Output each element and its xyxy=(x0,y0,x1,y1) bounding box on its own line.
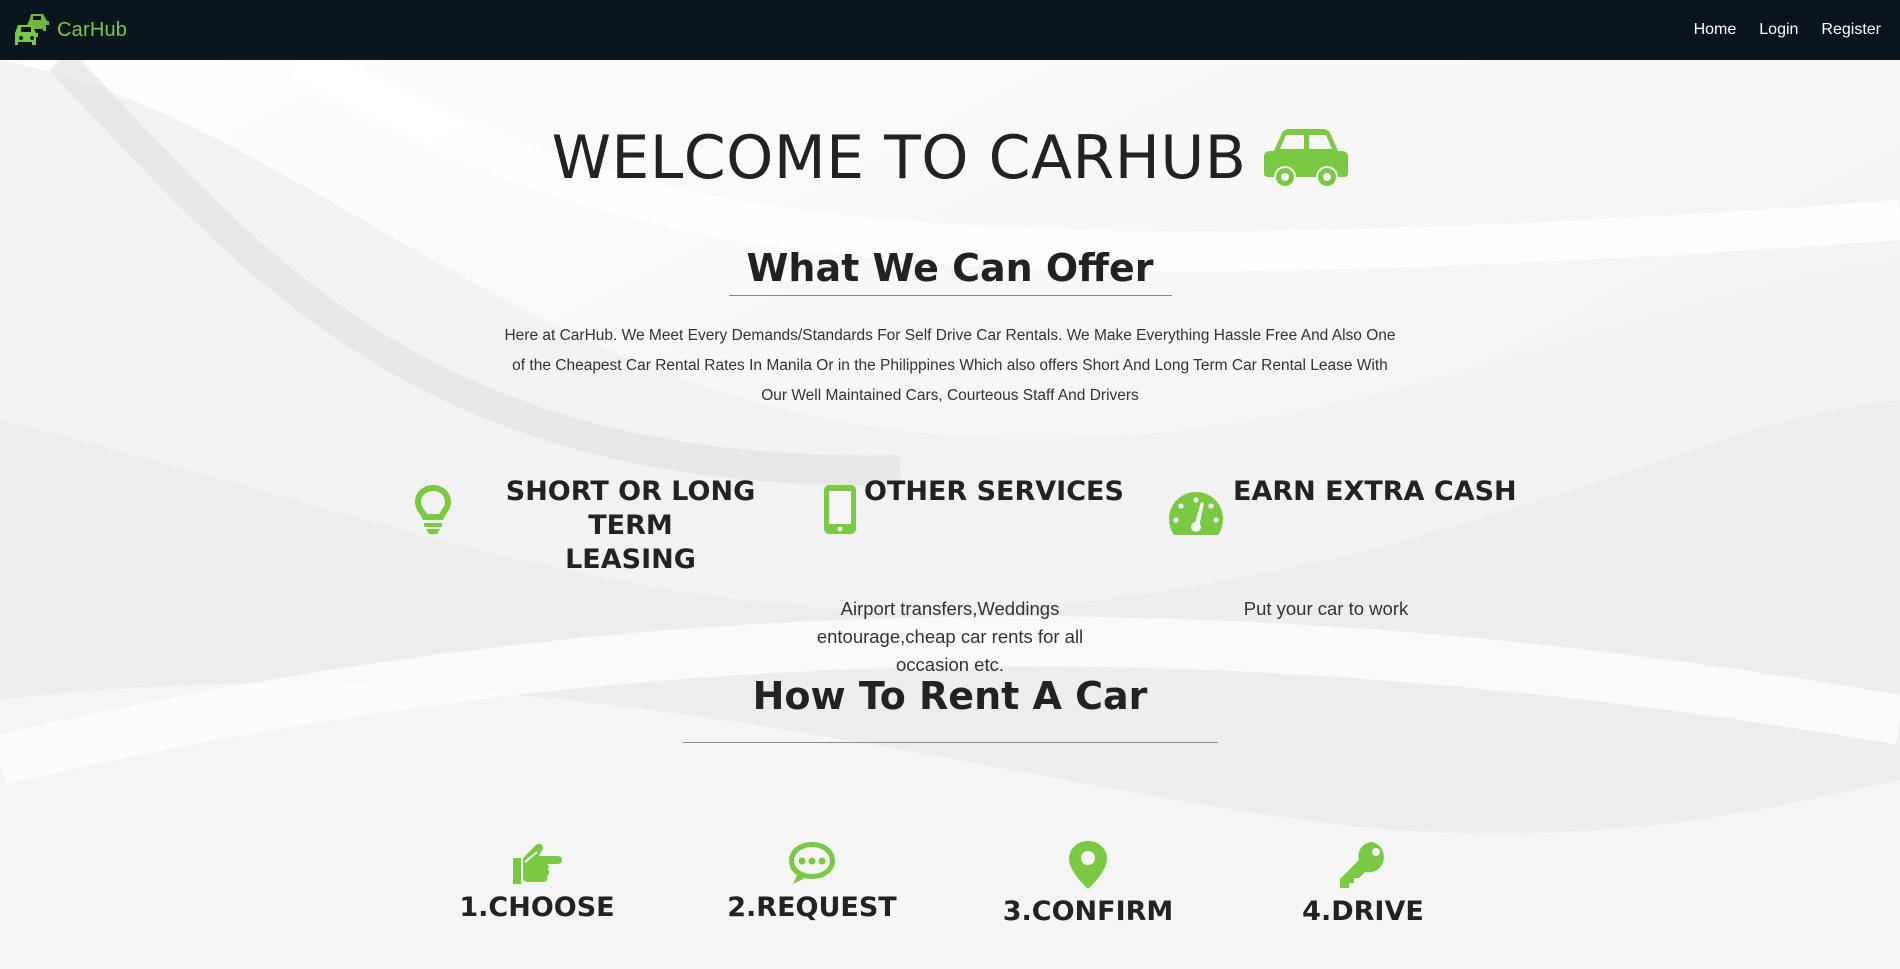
feature-title: SHORT OR LONG TERM LEASING xyxy=(463,475,798,577)
pointing-hand-icon xyxy=(513,843,562,884)
nav-login-link[interactable]: Login xyxy=(1759,21,1798,39)
brand-link[interactable]: CarHub xyxy=(15,11,127,49)
car-icon xyxy=(1264,129,1349,186)
offer-heading: What We Can Offer xyxy=(746,246,1154,290)
feature-title: OTHER SERVICES xyxy=(864,476,1124,507)
feature-title-line: SHORT OR LONG TERM LEASING xyxy=(505,476,756,575)
lightbulb-icon xyxy=(415,485,451,534)
chat-bubble-icon xyxy=(789,842,835,884)
nav-links: Home Login Register xyxy=(1671,21,1881,39)
offer-description: Here at CarHub. We Meet Every Demands/St… xyxy=(504,327,1396,404)
step-drive: 4.DRIVE xyxy=(1253,840,1473,927)
step-label: 3.CONFIRM xyxy=(1002,896,1174,927)
feature-description: Put your car to work xyxy=(1243,598,1409,619)
nav-register-link[interactable]: Register xyxy=(1821,21,1881,39)
hero-heading: WELCOME TO CARHUB xyxy=(0,123,1900,193)
step-confirm: 3.CONFIRM xyxy=(978,840,1198,927)
step-choose: 1.CHOOSE xyxy=(427,840,647,923)
step-label: 1.CHOOSE xyxy=(459,892,615,923)
mobile-phone-icon xyxy=(824,485,856,534)
map-pin-icon xyxy=(1069,841,1107,889)
key-icon xyxy=(1340,842,1384,888)
cars-logo-icon xyxy=(15,14,49,45)
brand-name: CarHub xyxy=(57,18,128,41)
step-label: 2.REQUEST xyxy=(727,892,897,923)
howto-divider xyxy=(683,742,1218,743)
main-content: WELCOME TO CARHUB What We Can Offer Here… xyxy=(0,60,1900,969)
offer-divider xyxy=(729,295,1172,296)
step-request: 2.REQUEST xyxy=(702,840,922,923)
step-label: 4.DRIVE xyxy=(1302,896,1424,927)
hero-title-text: WELCOME TO CARHUB xyxy=(551,123,1247,193)
nav-home-link[interactable]: Home xyxy=(1694,21,1737,39)
feature-title: EARN EXTRA CASH xyxy=(1233,476,1517,507)
feature-description: Airport transfers,Weddings entourage,che… xyxy=(816,598,1084,675)
speedometer-icon xyxy=(1169,492,1223,535)
howto-heading: How To Rent A Car xyxy=(752,674,1148,718)
top-navbar: CarHub Home Login Register xyxy=(0,0,1900,60)
